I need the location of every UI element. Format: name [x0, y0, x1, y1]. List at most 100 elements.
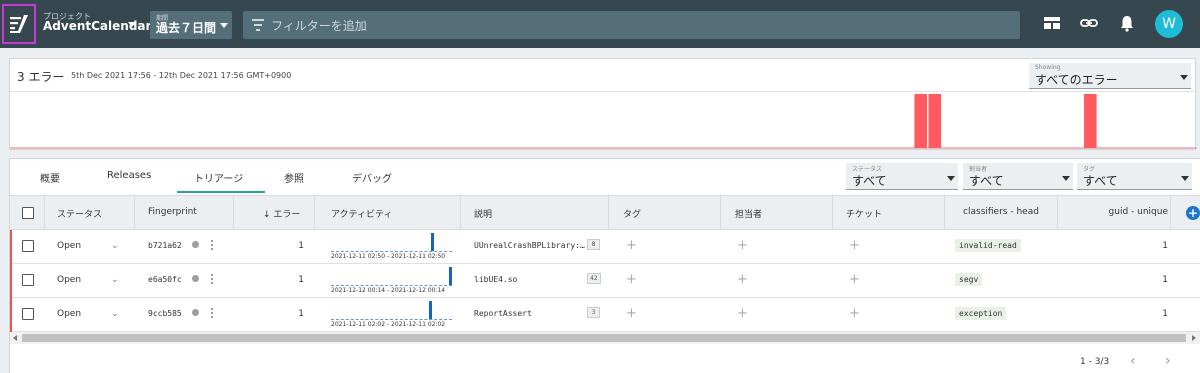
header-status[interactable]: ステータス [57, 207, 102, 220]
next-page-icon[interactable]: › [1165, 353, 1171, 369]
add-tag-icon[interactable]: + [626, 272, 637, 287]
add-assignee-icon[interactable]: + [737, 306, 748, 321]
add-tag-icon[interactable]: + [626, 238, 637, 253]
status-filter-select[interactable]: ステータス すべて [846, 163, 958, 190]
scrollbar-thumb[interactable] [22, 334, 1186, 342]
activity-baseline [331, 285, 452, 286]
add-column-icon[interactable]: + [1186, 206, 1200, 220]
header-guid[interactable]: guid - unique [1070, 207, 1168, 217]
table-row[interactable]: Open ⌄ b721a62 1 2021-12-11 02:50 - 2021… [10, 230, 1200, 264]
activity-spike [428, 301, 432, 319]
table-row[interactable]: Open ⌄ 9ccb585 1 2021-12-11 02:02 - 2021… [10, 298, 1200, 332]
row-checkbox[interactable] [22, 308, 34, 320]
status-filter-value: すべて [852, 174, 887, 188]
row-status[interactable]: Open [57, 309, 81, 319]
chevron-down-icon[interactable]: ⌄ [111, 275, 119, 285]
histogram-bar[interactable] [914, 94, 927, 148]
more-icon[interactable] [211, 274, 213, 284]
chevron-down-icon [1180, 75, 1188, 80]
row-description[interactable]: ReportAssert [474, 309, 532, 318]
bell-icon[interactable] [1118, 14, 1138, 34]
description-count: 8 [587, 239, 600, 250]
column-divider [1057, 196, 1058, 231]
layout-icon[interactable] [1043, 14, 1063, 34]
table-row[interactable]: Open ⌄ e6a50fc 1 2021-12-12 00:14 - 2021… [10, 264, 1200, 298]
horizontal-scrollbar[interactable] [10, 332, 1200, 344]
link-icon[interactable] [1080, 14, 1100, 34]
histogram-bar[interactable] [1084, 94, 1097, 148]
header-classifiers[interactable]: classifiers - head [946, 207, 1056, 217]
avatar[interactable]: W [1155, 10, 1183, 38]
row-errors: 1 [298, 241, 304, 251]
tag-filter-select[interactable]: タグ すべて [1077, 163, 1192, 190]
tag-filter-value: すべて [1083, 174, 1118, 188]
triage-card: 概要 Releases トリアージ 参照 デバッグ ステータス すべて 割当者 … [9, 158, 1200, 373]
assignee-filter-select[interactable]: 割当者 すべて [963, 163, 1073, 190]
column-divider [720, 196, 721, 231]
row-description[interactable]: UUnrealCrashBPLibrary:… [474, 241, 585, 250]
column-divider [44, 196, 45, 231]
add-assignee-icon[interactable]: + [737, 238, 748, 253]
time-range-select[interactable]: 期間 過去７日間 [150, 11, 232, 39]
header-description[interactable]: 説明 [474, 207, 492, 220]
add-ticket-icon[interactable]: + [849, 272, 860, 287]
column-divider [944, 196, 945, 231]
row-fingerprint[interactable]: b721a62 [148, 241, 182, 250]
filter-icon [252, 19, 264, 31]
row-status[interactable]: Open [57, 275, 81, 285]
row-guid: 1 [1162, 275, 1168, 285]
add-assignee-icon[interactable]: + [737, 272, 748, 287]
row-fingerprint[interactable]: e6a50fc [148, 275, 182, 284]
chevron-down-icon[interactable]: ⌄ [111, 309, 119, 319]
activity-range: 2021-12-11 02:02 - 2021-12-11 02:02 [331, 321, 446, 328]
tab-releases[interactable]: Releases [107, 170, 151, 181]
settings-icon[interactable] [192, 309, 199, 316]
prev-page-icon[interactable]: ‹ [1130, 353, 1136, 369]
add-ticket-icon[interactable]: + [849, 306, 860, 321]
row-errors: 1 [298, 309, 304, 319]
scroll-left-icon[interactable] [13, 335, 17, 341]
row-description[interactable]: libUE4.so [474, 275, 517, 284]
showing-caption: Showing [1035, 64, 1061, 71]
activity-baseline [331, 251, 452, 252]
header-errors[interactable]: ↓ エラー [263, 207, 300, 220]
header-ticket[interactable]: チケット [846, 207, 882, 220]
classifier-chip: exception [955, 307, 1007, 320]
showing-select[interactable]: Showing すべてのエラー [1029, 63, 1191, 89]
row-checkbox[interactable] [22, 274, 34, 286]
column-divider [832, 196, 833, 231]
add-ticket-icon[interactable]: + [849, 238, 860, 253]
chevron-down-icon [947, 176, 955, 181]
tab-triage[interactable]: トリアージ [194, 170, 243, 185]
column-divider [134, 196, 135, 231]
filter-input[interactable]: フィルターを追加 [243, 11, 1020, 39]
add-tag-icon[interactable]: + [626, 306, 637, 321]
header-assignee[interactable]: 担当者 [735, 207, 762, 220]
active-tab-indicator [177, 191, 265, 193]
activity-range: 2021-12-11 02:50 - 2021-12-11 02:50 [331, 253, 446, 260]
row-checkbox[interactable] [22, 240, 34, 252]
column-divider [1170, 196, 1171, 231]
row-indicator [10, 298, 12, 332]
histogram-bar[interactable] [928, 94, 942, 148]
time-range-value: 過去７日間 [156, 21, 217, 35]
row-status[interactable]: Open [57, 241, 81, 251]
tab-debug[interactable]: デバッグ [352, 170, 392, 185]
select-all-checkbox[interactable] [22, 207, 34, 219]
more-icon[interactable] [211, 308, 213, 318]
chevron-down-icon [1181, 176, 1189, 181]
tab-overview[interactable]: 概要 [40, 170, 60, 185]
tab-explore[interactable]: 参照 [284, 170, 304, 185]
logo-icon[interactable] [2, 4, 36, 44]
scroll-right-icon[interactable] [1192, 335, 1196, 341]
chevron-down-icon[interactable]: ⌄ [111, 241, 119, 251]
row-fingerprint[interactable]: 9ccb585 [148, 309, 182, 318]
more-icon[interactable] [211, 240, 213, 250]
header-tags[interactable]: タグ [623, 207, 641, 220]
settings-icon[interactable] [192, 275, 199, 282]
header-activity[interactable]: アクティビティ [331, 207, 392, 220]
chevron-down-icon[interactable] [128, 22, 136, 27]
header-fingerprint[interactable]: Fingerprint [148, 207, 197, 217]
settings-icon[interactable] [192, 241, 199, 248]
row-guid: 1 [1162, 241, 1168, 251]
